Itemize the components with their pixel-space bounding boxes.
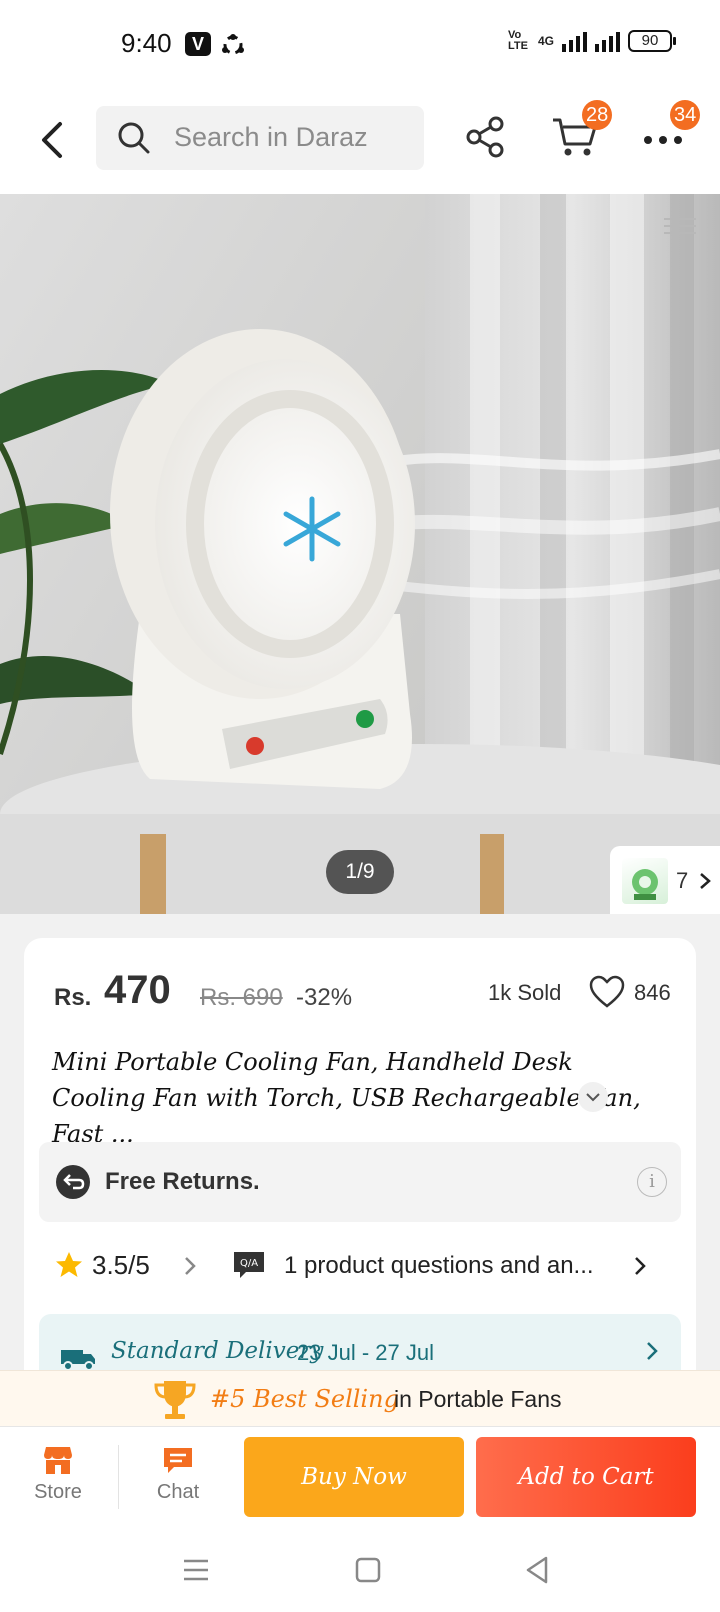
status-time: 9:40	[121, 28, 172, 58]
system-navigation-bar	[0, 1526, 720, 1612]
store-label: Store	[34, 1481, 82, 1503]
search-placeholder: Search in Daraz	[174, 122, 368, 152]
chevron-right-icon	[647, 1342, 658, 1360]
chevron-down-icon[interactable]	[578, 1082, 608, 1112]
divider	[118, 1445, 119, 1509]
variant-count: 7	[676, 868, 689, 893]
signal-icon-2	[595, 30, 620, 52]
top-header: Search in Daraz 28 34	[0, 90, 720, 194]
rating-value[interactable]: 3.5/5	[92, 1250, 150, 1281]
status-indicators: Vo LTE 4G 90	[507, 29, 676, 52]
sync-icon	[222, 34, 244, 55]
variant-thumbnail	[622, 858, 668, 904]
more-button[interactable]: 34	[640, 100, 701, 162]
image-counter: 1/9	[326, 850, 394, 894]
svg-text:Q/A: Q/A	[240, 1258, 258, 1269]
qa-summary[interactable]: 1 product questions and an...	[284, 1252, 614, 1280]
chevron-right-icon[interactable]	[632, 1254, 648, 1278]
recent-apps-icon[interactable]	[178, 1552, 214, 1588]
cart-button[interactable]: 28	[550, 100, 613, 162]
star-icon	[56, 1252, 82, 1277]
free-returns-label: Free Returns.	[105, 1168, 260, 1195]
chat-button[interactable]: Chat	[128, 1441, 228, 1517]
cart-badge: 28	[582, 100, 613, 130]
info-icon[interactable]: i	[637, 1167, 667, 1197]
store-icon	[44, 1447, 72, 1474]
add-to-cart-button[interactable]: Add to Cart	[476, 1437, 696, 1517]
search-input[interactable]: Search in Daraz	[96, 106, 424, 170]
menu-icon[interactable]	[664, 218, 696, 239]
home-icon[interactable]	[350, 1552, 386, 1588]
more-badge: 34	[670, 100, 701, 130]
return-icon	[56, 1165, 90, 1199]
chat-label: Chat	[156, 1481, 200, 1503]
variant-thumbnail-button[interactable]: 7	[610, 846, 720, 914]
best-selling-category: in Portable Fans	[394, 1386, 562, 1412]
truck-icon	[61, 1350, 95, 1371]
buy-now-button[interactable]: Buy Now	[244, 1437, 464, 1517]
delivery-dates: 23 Jul - 27 Jul	[297, 1340, 434, 1365]
store-button[interactable]: Store	[8, 1441, 108, 1517]
product-info-card: Rs. 470 Rs. 690 -32% 1k Sold 846 Mini Po…	[24, 938, 696, 1404]
bottom-action-bar: Store Chat Buy Now Add to Cart	[0, 1426, 720, 1526]
signal-icon	[562, 30, 587, 52]
chat-icon	[164, 1448, 192, 1473]
sold-count: 1k Sold	[488, 980, 562, 1005]
back-nav-icon[interactable]	[520, 1552, 556, 1588]
back-arrow-icon[interactable]	[32, 112, 72, 168]
volte-indicator: Vo LTE	[507, 29, 528, 52]
discount: -32%	[296, 984, 353, 1011]
chevron-right-icon[interactable]	[182, 1254, 198, 1278]
wishlist-count: 846	[634, 980, 671, 1005]
qa-icon: Q/A	[234, 1252, 264, 1278]
battery-icon: 90	[628, 30, 676, 52]
best-selling-banner[interactable]: #5 Best Selling in Portable Fans	[0, 1370, 720, 1426]
delivery-label: Standard Delivery	[111, 1338, 324, 1364]
status-bar: 9:40 V Vo LTE 4G 90	[0, 0, 720, 90]
price-currency: Rs.	[54, 984, 92, 1011]
free-returns-row[interactable]: Free Returns. i	[39, 1142, 681, 1222]
original-price: Rs. 690	[200, 984, 283, 1011]
product-photo	[0, 194, 720, 914]
product-image-gallery[interactable]: 1/9 7	[0, 194, 720, 914]
chevron-right-icon	[700, 873, 711, 889]
product-title: Mini Portable Cooling Fan, Handheld Desk…	[52, 1048, 641, 1148]
rating-qa-row: 3.5/5 Q/A 1 product questions and an...	[52, 1238, 692, 1290]
network-type: 4G	[537, 34, 554, 48]
price: 470	[104, 968, 171, 1012]
share-icon[interactable]	[462, 112, 512, 162]
search-icon	[118, 122, 150, 154]
trophy-icon	[154, 1381, 196, 1419]
vpn-app-icon: V	[185, 32, 211, 56]
wishlist-heart-icon[interactable]	[588, 974, 626, 1010]
best-selling-rank: #5 Best Selling	[210, 1385, 399, 1413]
